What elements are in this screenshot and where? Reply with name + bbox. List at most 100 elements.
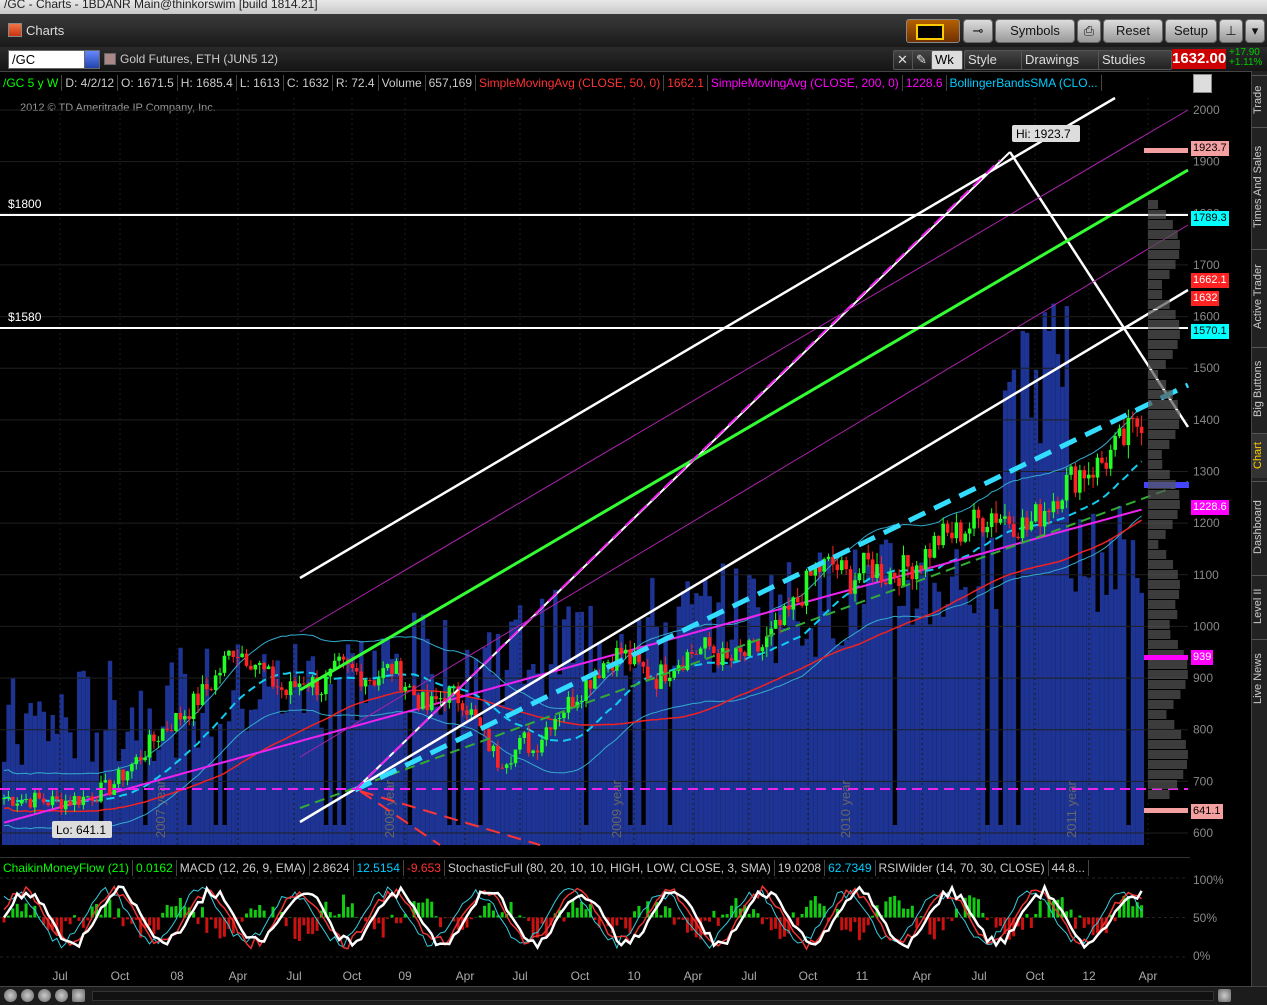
volume-bar: [562, 619, 566, 845]
macd-histogram-bar: [752, 909, 755, 917]
candle-body: [1078, 470, 1082, 493]
sidebar-tab-active-trader[interactable]: Active Trader: [1252, 249, 1267, 344]
symbol-dropdown-icon[interactable]: [84, 50, 100, 69]
volume-profile-bar: [1148, 220, 1173, 229]
scroll-end-icon[interactable]: [1218, 989, 1231, 1002]
volume-bar: [461, 710, 465, 845]
candle-body: [408, 686, 412, 687]
macd-histogram-bar: [977, 899, 980, 917]
candle-body: [783, 606, 787, 625]
volume-profile-bar: [1148, 590, 1179, 599]
candle-body: [161, 729, 165, 741]
candle-body: [77, 796, 81, 805]
rsi-label[interactable]: RSIWilder (14, 70, 30, CLOSE): [876, 860, 1049, 876]
volume-bar: [809, 628, 813, 845]
y-tick-label: 1500: [1193, 361, 1220, 375]
macd-diff: -9.653: [404, 860, 445, 876]
candle-body: [1082, 470, 1086, 478]
sidebar-tab-live-news[interactable]: Live News: [1252, 639, 1267, 718]
volume-profile-bar: [1148, 290, 1162, 299]
candle-body: [602, 663, 606, 678]
volume-profile-bar: [1148, 570, 1178, 579]
symbols-button[interactable]: Symbols: [995, 19, 1075, 43]
sidebar-tab-level-ii[interactable]: Level II: [1252, 575, 1267, 636]
style-button[interactable]: Style: [964, 50, 1025, 70]
symbol-description: Gold Futures, ETH (JUN5 12): [104, 52, 278, 66]
candle-body: [51, 796, 55, 805]
macd-avg: 12.5154: [354, 860, 404, 876]
sidebar-tab-big-buttons[interactable]: Big Buttons: [1252, 347, 1267, 430]
sidebar-tab-trade[interactable]: Trade: [1252, 75, 1267, 124]
key-icon[interactable]: ⊸: [963, 19, 993, 43]
candle-body: [86, 796, 90, 797]
reset-button[interactable]: Reset: [1103, 19, 1163, 43]
tab-charts[interactable]: Charts: [8, 21, 64, 39]
volume-bar: [774, 663, 778, 845]
expand-icon[interactable]: [1193, 74, 1212, 93]
period-wk-button[interactable]: Wk: [931, 50, 963, 70]
stoch-label[interactable]: StochasticFull (80, 20, 10, 10, HIGH, LO…: [445, 860, 775, 876]
sidebar-tab-chart[interactable]: Chart: [1252, 433, 1267, 478]
macd-histogram-bar: [16, 904, 19, 918]
volume-profile-bar: [1148, 470, 1170, 479]
x-tick-label: Apr: [456, 969, 475, 983]
setup-button[interactable]: Setup: [1165, 19, 1217, 43]
candle-body: [549, 727, 553, 729]
macd-histogram-bar: [911, 906, 914, 918]
candle-body: [739, 648, 743, 652]
volume-profile-bar: [1148, 790, 1170, 799]
x-tick-label: Jul: [971, 969, 986, 983]
sma200-label[interactable]: SimpleMovingAvg (CLOSE, 200, 0): [708, 75, 903, 91]
volume-profile-bar: [1148, 450, 1162, 459]
stoch-d: 62.7349: [825, 860, 875, 876]
macd-histogram-bar: [210, 918, 213, 920]
zoom-reset-icon[interactable]: [38, 989, 51, 1002]
zoom-fit-icon[interactable]: [55, 989, 68, 1002]
sidebar-tab-dashboard[interactable]: Dashboard: [1252, 481, 1267, 572]
scroll-handle-icon[interactable]: [72, 989, 85, 1002]
macd-label[interactable]: MACD (12, 26, 9, EMA): [177, 860, 310, 876]
candle-body: [82, 797, 86, 805]
volume-bar: [672, 666, 676, 845]
print-icon[interactable]: ⎙: [1077, 19, 1101, 43]
window-menu-icon[interactable]: ▾: [1245, 19, 1265, 43]
macd-histogram-bar: [1034, 914, 1037, 918]
volume-profile-bar: [1148, 240, 1180, 249]
bollinger-label[interactable]: BollingerBandsSMA (CLO...: [947, 75, 1102, 91]
studies-button[interactable]: Studies: [1098, 50, 1172, 70]
volume-bar: [699, 596, 703, 845]
volume-bar: [650, 578, 654, 845]
volume-bar: [540, 599, 544, 845]
macd-histogram-bar: [845, 918, 848, 930]
volume-bar: [685, 581, 689, 845]
sma50-label[interactable]: SimpleMovingAvg (CLOSE, 50, 0): [476, 75, 664, 91]
macd-histogram-bar: [1096, 918, 1099, 934]
candle-body: [919, 565, 923, 569]
candle-body: [231, 651, 235, 657]
candle-body: [227, 651, 231, 656]
volume-bar: [483, 647, 487, 845]
macd-histogram-bar: [867, 918, 870, 926]
candle-body: [196, 694, 200, 706]
volume-bar: [284, 712, 288, 845]
symbol-input[interactable]: /GC: [8, 50, 85, 69]
y-tick-label: 1200: [1193, 516, 1220, 530]
macd-histogram-bar: [853, 918, 856, 923]
candle-body: [994, 513, 998, 522]
cmf-label[interactable]: ChaikinMoneyFlow (21): [0, 860, 133, 876]
drawings-button[interactable]: Drawings: [1021, 50, 1102, 70]
macd-histogram-bar: [809, 900, 812, 917]
candle-body: [1074, 466, 1078, 492]
pin-icon[interactable]: ⊥: [1219, 19, 1243, 43]
zoom-in-icon[interactable]: [21, 989, 34, 1002]
zoom-out-icon[interactable]: [4, 989, 17, 1002]
price-chart[interactable]: 2000190018001700160015001400130012001100…: [0, 96, 1251, 986]
link-color-button[interactable]: [906, 19, 960, 43]
time-scrollbar[interactable]: [92, 991, 1214, 1001]
y-tick-label: 1600: [1193, 310, 1220, 324]
sidebar-tab-times-and-sales[interactable]: Times And Sales: [1252, 127, 1267, 246]
volume-label[interactable]: Volume: [379, 75, 426, 91]
macd-histogram-bar: [937, 918, 940, 922]
candle-body: [690, 652, 694, 654]
candle-body: [509, 763, 513, 764]
